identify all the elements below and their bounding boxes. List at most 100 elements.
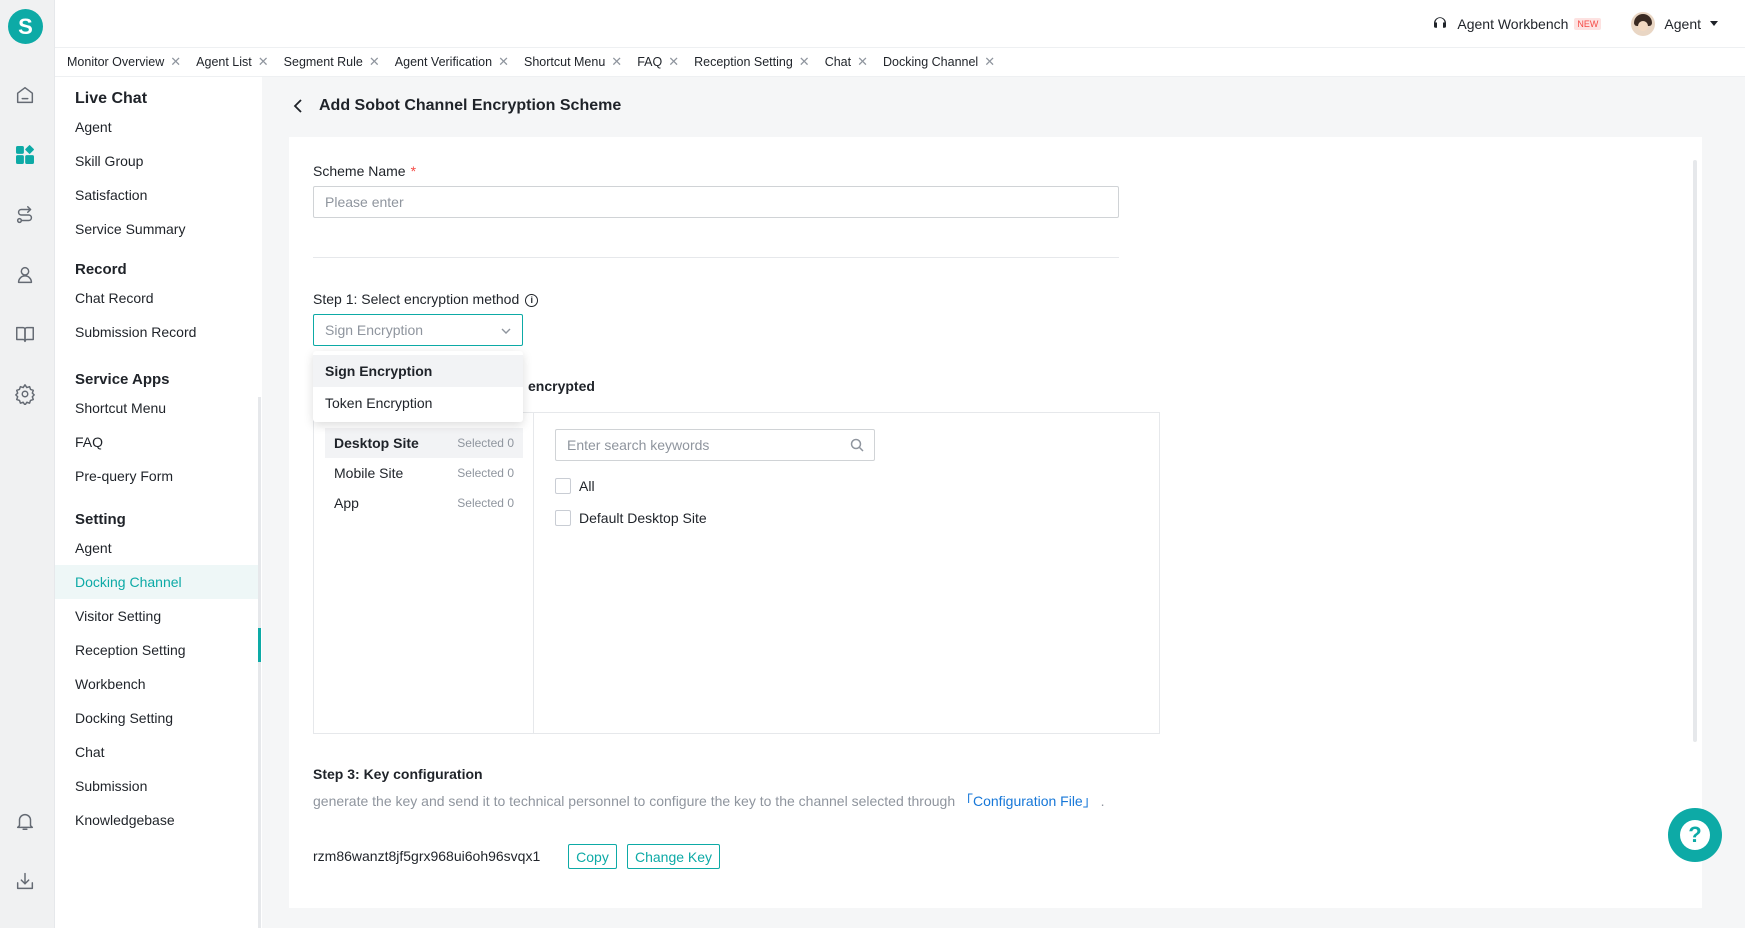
tab-label: Agent Verification: [394, 55, 493, 69]
tab-label: Chat: [824, 55, 852, 69]
tab-shortcut-menu[interactable]: Shortcut Menu ✕: [524, 54, 622, 70]
sidebar-item-agent[interactable]: Agent: [55, 110, 260, 144]
sidebar-item-submission-record[interactable]: Submission Record: [55, 315, 260, 349]
close-icon[interactable]: ✕: [258, 54, 269, 70]
info-icon[interactable]: i: [525, 293, 539, 307]
divider: [313, 257, 1119, 258]
encryption-dropdown: Sign Encryption Token Encryption: [313, 351, 523, 422]
tab-monitor-overview[interactable]: Monitor Overview ✕: [67, 54, 181, 70]
tab-label: Shortcut Menu: [523, 55, 606, 69]
sidebar-item-chat-record[interactable]: Chat Record: [55, 281, 260, 315]
tab-bar: Monitor Overview ✕ Agent List ✕ Segment Rule…: [55, 47, 1745, 77]
checkbox-all[interactable]: All: [555, 478, 595, 494]
bell-icon[interactable]: [13, 809, 37, 833]
tab-label: Agent List: [196, 55, 252, 69]
sidebar-item-faq[interactable]: FAQ: [55, 425, 260, 459]
change-key-button[interactable]: Change Key: [627, 844, 720, 869]
sidebar-item-reception-setting[interactable]: Reception Setting: [55, 633, 260, 667]
download-icon[interactable]: [13, 869, 37, 893]
caret-down-icon: [1710, 21, 1718, 26]
sidebar-item-workbench[interactable]: Workbench: [55, 667, 260, 701]
new-badge: NEW: [1574, 17, 1602, 30]
sidebar-section-setting: Setting: [75, 511, 126, 528]
gear-icon[interactable]: [13, 382, 37, 406]
help-button[interactable]: ?: [1668, 808, 1722, 862]
step3-description: generate the key and send it to technica…: [313, 793, 1105, 809]
tab-reception-setting[interactable]: Reception Setting ✕: [694, 54, 810, 70]
home-icon[interactable]: [13, 83, 37, 107]
tab-faq[interactable]: FAQ ✕: [637, 54, 679, 70]
channel-panel: Desktop Site Selected 0 Mobile Site Select…: [313, 412, 1160, 734]
dashboard-icon[interactable]: [13, 143, 37, 167]
sidebar-item-service-summary[interactable]: Service Summary: [55, 212, 260, 246]
option-sign-encryption[interactable]: Sign Encryption: [313, 355, 523, 387]
close-icon[interactable]: ✕: [668, 54, 679, 70]
sidebar-item-chat[interactable]: Chat: [55, 735, 260, 769]
sidebar-item-submission[interactable]: Submission: [55, 769, 260, 803]
tab-chat[interactable]: Chat ✕: [825, 54, 868, 70]
close-icon[interactable]: ✕: [799, 54, 810, 70]
page-title: Add Sobot Channel Encryption Scheme: [319, 97, 622, 114]
route-icon[interactable]: [13, 203, 37, 227]
sidebar-item-pre-query-form[interactable]: Pre-query Form: [55, 459, 260, 493]
tab-segment-rule[interactable]: Segment Rule ✕: [284, 54, 380, 70]
active-indicator: [258, 628, 261, 662]
step2-label: encrypted: [528, 378, 595, 394]
search-icon: [850, 438, 864, 452]
required-mark: *: [410, 163, 417, 179]
encryption-method-select[interactable]: Sign Encryption: [313, 314, 523, 346]
close-icon[interactable]: ✕: [498, 54, 509, 70]
tab-label: Reception Setting: [694, 55, 793, 69]
close-icon[interactable]: ✕: [611, 54, 622, 70]
close-icon[interactable]: ✕: [369, 54, 380, 70]
checkbox[interactable]: [555, 510, 571, 526]
book-icon[interactable]: [13, 322, 37, 346]
close-icon[interactable]: ✕: [857, 54, 868, 70]
configuration-file-link[interactable]: 「Configuration File」: [959, 793, 1097, 809]
sidebar-item-satisfaction[interactable]: Satisfaction: [55, 178, 260, 212]
avatar: [1631, 11, 1656, 36]
checkbox[interactable]: [555, 478, 571, 494]
sidebar-item-docking-setting[interactable]: Docking Setting: [55, 701, 260, 735]
site-search-input[interactable]: Enter search keywords: [555, 429, 875, 461]
agent-workbench-link[interactable]: Agent Workbench NEW: [1431, 15, 1602, 33]
close-icon[interactable]: ✕: [984, 54, 995, 70]
site-app[interactable]: App Selected 0: [325, 488, 523, 518]
sidebar-item-docking-channel[interactable]: Docking Channel: [55, 565, 260, 599]
copy-button[interactable]: Copy: [568, 844, 617, 869]
back-icon[interactable]: [292, 99, 304, 113]
site-desktop[interactable]: Desktop Site Selected 0: [325, 428, 523, 458]
sidebar: Live Chat Agent Skill Group Satisfaction Se…: [55, 77, 262, 928]
site-list: Desktop Site Selected 0 Mobile Site Select…: [314, 413, 534, 733]
app-logo[interactable]: S: [8, 9, 43, 44]
chevron-down-icon: [500, 324, 512, 336]
tab-docking-channel[interactable]: Docking Channel ✕: [883, 54, 995, 70]
scheme-name-input[interactable]: Please enter: [313, 186, 1119, 218]
step1-label: Step 1: Select encryption method i: [313, 291, 539, 307]
user-name: Agent: [1664, 15, 1701, 32]
tab-agent-list[interactable]: Agent List ✕: [196, 54, 269, 70]
sidebar-item-shortcut-menu[interactable]: Shortcut Menu: [55, 391, 260, 425]
user-menu[interactable]: Agent: [1631, 11, 1718, 36]
sidebar-item-knowledgebase[interactable]: Knowledgebase: [55, 803, 260, 837]
scheme-name-label: Scheme Name *: [313, 163, 417, 179]
sidebar-item-agent[interactable]: Agent: [55, 531, 260, 565]
tab-label: Docking Channel: [883, 55, 979, 69]
site-mobile[interactable]: Mobile Site Selected 0: [325, 458, 523, 488]
tab-agent-verification[interactable]: Agent Verification ✕: [395, 54, 509, 70]
sidebar-scrollbar[interactable]: [258, 397, 261, 928]
tab-label: Segment Rule: [283, 55, 363, 69]
checkbox-default-desktop-site[interactable]: Default Desktop Site: [555, 510, 707, 526]
tab-label: FAQ: [637, 55, 663, 69]
step3-label: Step 3: Key configuration: [313, 766, 483, 782]
sidebar-section-record: Record: [75, 261, 127, 278]
sidebar-item-skill-group[interactable]: Skill Group: [55, 144, 260, 178]
user-icon[interactable]: [13, 263, 37, 287]
content-scrollbar[interactable]: [1693, 160, 1697, 742]
option-token-encryption[interactable]: Token Encryption: [313, 387, 523, 419]
tab-label: Monitor Overview: [67, 55, 165, 69]
left-rail: S: [0, 0, 55, 928]
sidebar-section-live-chat: Live Chat: [75, 90, 148, 107]
close-icon[interactable]: ✕: [170, 54, 181, 70]
sidebar-item-visitor-setting[interactable]: Visitor Setting: [55, 599, 260, 633]
